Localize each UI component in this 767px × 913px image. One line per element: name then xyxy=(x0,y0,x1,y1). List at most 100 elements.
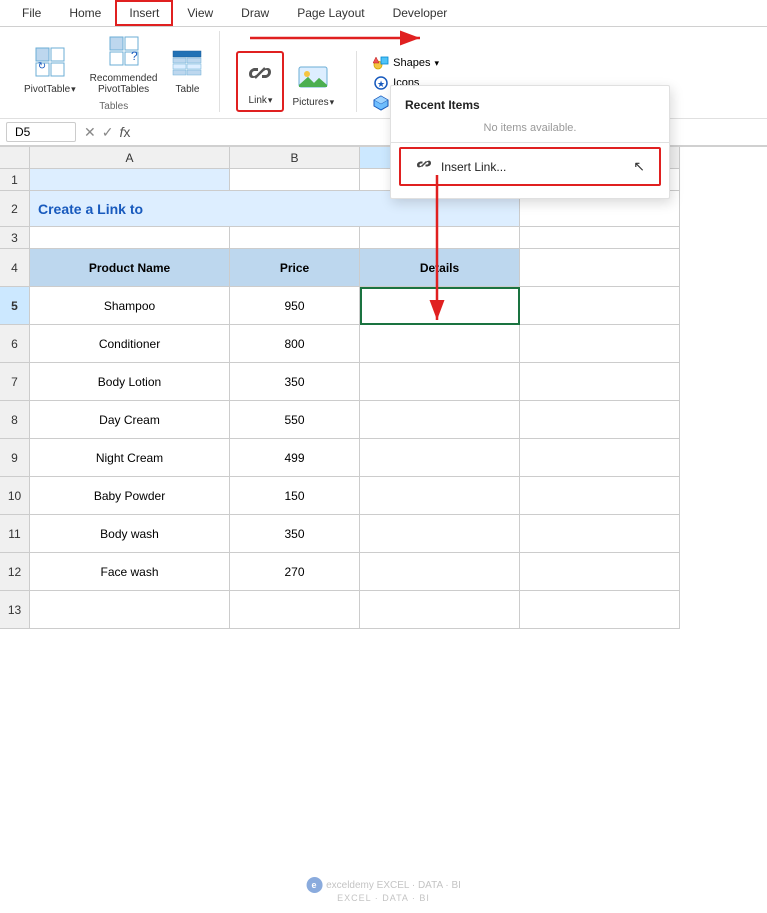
row-num-10[interactable]: 10 xyxy=(0,477,30,515)
cell-a11[interactable]: Body wash xyxy=(30,515,230,553)
cell-d4[interactable] xyxy=(520,249,680,287)
sheet-body: 1 2 3 4 5 6 7 8 9 10 11 12 13 xyxy=(0,169,767,629)
cell-b5[interactable]: 950 xyxy=(230,287,360,325)
col-header-b[interactable]: B xyxy=(230,147,360,169)
tables-group-label: Tables xyxy=(99,101,128,112)
row-num-3[interactable]: 3 xyxy=(0,227,30,249)
cell-c12[interactable] xyxy=(360,553,520,591)
cell-a13[interactable] xyxy=(30,591,230,629)
row-num-7[interactable]: 7 xyxy=(0,363,30,401)
cell-d12[interactable] xyxy=(520,553,680,591)
tab-view[interactable]: View xyxy=(173,0,227,26)
cell-a1[interactable] xyxy=(30,169,230,191)
shapes-arrow: ▾ xyxy=(434,58,439,69)
col-price: Price xyxy=(280,261,309,275)
cell-c3[interactable] xyxy=(360,227,520,249)
cell-b12[interactable]: 270 xyxy=(230,553,360,591)
cell-d13[interactable] xyxy=(520,591,680,629)
cell-d10[interactable] xyxy=(520,477,680,515)
svg-text:↻: ↻ xyxy=(38,61,46,72)
cell-c6[interactable] xyxy=(360,325,520,363)
product-night-cream: Night Cream xyxy=(96,451,163,465)
cell-reference-box[interactable]: D5 xyxy=(6,122,76,142)
cell-b1[interactable] xyxy=(230,169,360,191)
cell-c9[interactable] xyxy=(360,439,520,477)
cell-d6[interactable] xyxy=(520,325,680,363)
insert-link-item[interactable]: Insert Link... ↖ xyxy=(399,147,661,186)
tab-home[interactable]: Home xyxy=(55,0,115,26)
cell-a10[interactable]: Baby Powder xyxy=(30,477,230,515)
cell-a5[interactable]: Shampoo xyxy=(30,287,230,325)
cell-b9[interactable]: 499 xyxy=(230,439,360,477)
cell-c10[interactable] xyxy=(360,477,520,515)
row-num-4[interactable]: 4 xyxy=(0,249,30,287)
row-num-8[interactable]: 8 xyxy=(0,401,30,439)
row-num-6[interactable]: 6 xyxy=(0,325,30,363)
shapes-button[interactable]: Shapes ▾ xyxy=(369,54,458,72)
table-row: Body wash 350 xyxy=(30,515,767,553)
tab-page-layout[interactable]: Page Layout xyxy=(283,0,378,26)
cell-b3[interactable] xyxy=(230,227,360,249)
col-header-a[interactable]: A xyxy=(30,147,230,169)
cell-a7[interactable]: Body Lotion xyxy=(30,363,230,401)
cell-c8[interactable] xyxy=(360,401,520,439)
cell-a9[interactable]: Night Cream xyxy=(30,439,230,477)
watermark-logo: e exceldemy EXCEL · DATA · BI xyxy=(306,877,461,893)
cell-d8[interactable] xyxy=(520,401,680,439)
tab-insert[interactable]: Insert xyxy=(115,0,173,26)
row-num-13[interactable]: 13 xyxy=(0,591,30,629)
link-dropdown-arrow: ▾ xyxy=(268,95,273,106)
recommended-pivot-button[interactable]: ? Recommended PivotTables xyxy=(84,31,164,99)
cell-d7[interactable] xyxy=(520,363,680,401)
row-num-2[interactable]: 2 xyxy=(0,191,30,227)
watermark-icon: e xyxy=(306,877,322,893)
row-num-12[interactable]: 12 xyxy=(0,553,30,591)
cancel-icon[interactable]: ✕ xyxy=(84,124,96,141)
pivot-table-svg: ↻ xyxy=(34,46,66,78)
cell-c7[interactable] xyxy=(360,363,520,401)
cell-b7[interactable]: 350 xyxy=(230,363,360,401)
pictures-button[interactable]: Pictures ▾ xyxy=(286,59,340,112)
cell-d9[interactable] xyxy=(520,439,680,477)
tab-draw[interactable]: Draw xyxy=(227,0,283,26)
cell-d11[interactable] xyxy=(520,515,680,553)
cell-b6[interactable]: 800 xyxy=(230,325,360,363)
row-num-9[interactable]: 9 xyxy=(0,439,30,477)
row-num-11[interactable]: 11 xyxy=(0,515,30,553)
cell-b13[interactable] xyxy=(230,591,360,629)
cell-b4[interactable]: Price xyxy=(230,249,360,287)
row-num-1[interactable]: 1 xyxy=(0,169,30,191)
insert-link-label[interactable]: Insert Link... xyxy=(441,160,506,174)
product-day-cream: Day Cream xyxy=(99,413,160,427)
table-row xyxy=(30,591,767,629)
cell-a3[interactable] xyxy=(30,227,230,249)
table-button[interactable]: Table xyxy=(165,46,209,99)
cell-c11[interactable] xyxy=(360,515,520,553)
tab-developer[interactable]: Developer xyxy=(379,0,462,26)
pivot-table-button[interactable]: ↻ PivotTable ▾ xyxy=(18,42,82,99)
cell-d3[interactable] xyxy=(520,227,680,249)
price-face-wash: 270 xyxy=(284,565,304,579)
table-icon xyxy=(172,50,202,82)
link-label-row: Link ▾ xyxy=(249,95,273,106)
cell-b8[interactable]: 550 xyxy=(230,401,360,439)
cell-c13[interactable] xyxy=(360,591,520,629)
confirm-icon[interactable]: ✓ xyxy=(102,124,114,141)
col-product-name: Product Name xyxy=(89,261,170,275)
tab-file[interactable]: File xyxy=(8,0,55,26)
cell-c5-selected[interactable] xyxy=(360,287,520,325)
cell-b11[interactable]: 350 xyxy=(230,515,360,553)
cell-c4[interactable]: Details xyxy=(360,249,520,287)
link-button[interactable]: Link ▾ xyxy=(236,51,284,112)
link-svg xyxy=(244,57,276,89)
cell-b10[interactable]: 150 xyxy=(230,477,360,515)
insert-link-svg xyxy=(415,155,433,173)
product-baby-powder: Baby Powder xyxy=(94,489,165,503)
cell-a4[interactable]: Product Name xyxy=(30,249,230,287)
cell-a12[interactable]: Face wash xyxy=(30,553,230,591)
cell-d5[interactable] xyxy=(520,287,680,325)
row-num-5[interactable]: 5 xyxy=(0,287,30,325)
cell-a8[interactable]: Day Cream xyxy=(30,401,230,439)
insert-link-icon xyxy=(415,155,433,178)
cell-a6[interactable]: Conditioner xyxy=(30,325,230,363)
